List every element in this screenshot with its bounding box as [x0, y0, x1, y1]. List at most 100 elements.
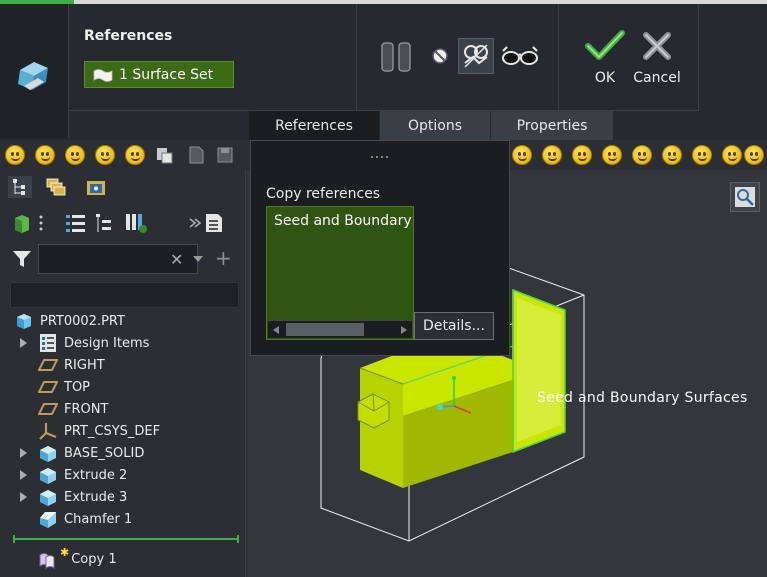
table-columns-icon	[126, 214, 147, 233]
preview-button[interactable]	[500, 44, 540, 68]
expand-arrow-icon[interactable]	[20, 470, 27, 480]
expand-arrow-icon[interactable]	[20, 338, 27, 348]
model-annotation-label: Seed and Boundary Surfaces	[537, 390, 748, 406]
feature-dashboard: References 1 Surface Set OK Cancel Refer…	[0, 0, 767, 141]
surface-set-label: 1 Surface Set	[119, 66, 214, 83]
pause-button[interactable]	[379, 40, 413, 74]
tree-item-root[interactable]: PRT0002.PRT	[14, 310, 125, 332]
tree-item-top[interactable]: TOP	[38, 376, 90, 398]
folder-star-icon	[87, 181, 105, 195]
smiley-icon[interactable]	[542, 145, 562, 165]
tab-model-tree[interactable]	[8, 176, 32, 198]
smiley-icon[interactable]	[572, 145, 592, 165]
ok-label: OK	[594, 70, 616, 86]
dashboard-tabs: References Options Properties	[69, 110, 699, 141]
navigator-panel: ✕ + PRT0002.PRT Design Items RIGHT TOP F…	[0, 170, 246, 577]
add-icon[interactable]: +	[215, 246, 232, 270]
search-row: ✕ +	[10, 244, 240, 274]
smiley-icon[interactable]	[662, 145, 682, 165]
new-feature-star-icon: ✱	[60, 546, 70, 559]
tree-item-label: Design Items	[64, 335, 150, 351]
part-icon	[17, 314, 31, 329]
smiley-icon[interactable]	[692, 145, 712, 165]
clear-search-icon[interactable]: ✕	[170, 250, 183, 269]
cross-icon	[643, 32, 671, 60]
scroll-thumb[interactable]	[286, 323, 364, 336]
references-dropdown-panel: Copy references Seed and Boundary S Deta…	[250, 140, 510, 356]
scroll-right-icon[interactable]	[401, 326, 407, 334]
tree-item-label: PRT_CSYS_DEF	[64, 423, 161, 439]
smiley-icon[interactable]	[95, 145, 115, 165]
list-item[interactable]: Seed and Boundary S	[274, 213, 413, 229]
tree-expand-button[interactable]	[188, 212, 228, 234]
show-options-button[interactable]	[12, 212, 46, 234]
smiley-icon[interactable]	[602, 145, 622, 165]
tree-item-base-solid[interactable]: BASE_SOLID	[20, 442, 144, 464]
tree-item-copy-1[interactable]: ✱ Copy 1	[38, 546, 117, 570]
feature-icon-cell	[0, 4, 69, 138]
tab-layers[interactable]	[44, 176, 68, 198]
no-preview-button[interactable]	[429, 45, 451, 67]
tree-item-front[interactable]: FRONT	[38, 398, 108, 420]
verify-icon	[464, 44, 488, 68]
tree-item-extrude-3[interactable]: Extrude 3	[20, 486, 127, 508]
smiley-icon[interactable]	[65, 145, 85, 165]
surface-set-collector[interactable]: 1 Surface Set	[84, 61, 234, 88]
tree-item-label: Extrude 2	[64, 467, 128, 483]
pause-icon	[381, 42, 411, 72]
smiley-icon[interactable]	[632, 145, 652, 165]
cancel-button[interactable]: Cancel	[629, 30, 685, 96]
tab-properties[interactable]: Properties	[491, 111, 613, 141]
chamfer-icon	[40, 512, 56, 528]
copy-feature-icon	[18, 62, 48, 90]
copy-feature-icon	[39, 553, 55, 569]
tab-favorites[interactable]	[84, 176, 108, 198]
tree-item-label: Copy 1	[71, 551, 117, 567]
tree-item-csys[interactable]: PRT_CSYS_DEF	[38, 420, 160, 442]
cube-menu-icon	[15, 215, 43, 233]
checkmark-icon	[585, 30, 625, 60]
save-icon[interactable]	[216, 146, 234, 164]
chevron-down-icon[interactable]	[193, 256, 203, 262]
smiley-icon[interactable]	[125, 145, 145, 165]
smiley-icon[interactable]	[744, 145, 764, 165]
paste-icon[interactable]	[155, 146, 173, 164]
tree-item-extrude-2[interactable]: Extrude 2	[20, 464, 128, 486]
smiley-icon[interactable]	[5, 145, 25, 165]
panel-grip[interactable]	[371, 147, 393, 158]
tree-item-chamfer-1[interactable]: Chamfer 1	[38, 508, 132, 530]
tab-references[interactable]: References	[249, 111, 379, 141]
scroll-left-icon[interactable]	[273, 326, 279, 334]
design-items-icon	[40, 334, 56, 352]
magnifier-icon	[735, 187, 755, 207]
expand-arrow-icon[interactable]	[20, 492, 27, 502]
tree-header-bar	[10, 282, 239, 308]
expand-arrow-icon[interactable]	[20, 448, 27, 458]
smiley-icon[interactable]	[512, 145, 532, 165]
zoom-button[interactable]	[730, 182, 760, 212]
copy-references-list[interactable]: Seed and Boundary S	[266, 206, 414, 340]
smiley-icon[interactable]	[722, 145, 742, 165]
ok-button[interactable]: OK	[581, 30, 629, 96]
tree-table-button[interactable]	[124, 212, 148, 234]
new-document-icon[interactable]	[187, 146, 205, 164]
horizontal-scrollbar[interactable]	[268, 320, 412, 338]
smiley-icon[interactable]	[35, 145, 55, 165]
verify-button[interactable]	[458, 38, 494, 74]
references-label: References	[84, 28, 173, 44]
datum-plane-icon	[38, 403, 58, 415]
details-button[interactable]: Details...	[414, 312, 494, 340]
model-tree-icon	[13, 179, 25, 195]
tree-item-label: Chamfer 1	[64, 511, 133, 527]
tab-options[interactable]: Options	[380, 111, 490, 141]
tree-item-right[interactable]: RIGHT	[38, 354, 105, 376]
tree-list-icon	[96, 214, 111, 232]
tree-filters-button[interactable]	[64, 212, 88, 234]
tree-columns-button[interactable]	[94, 212, 114, 234]
tree-item-design-items[interactable]: Design Items	[20, 332, 150, 354]
extrude-icon	[40, 446, 56, 462]
tree-item-label: PRT0002.PRT	[40, 313, 125, 329]
glasses-icon	[502, 46, 538, 65]
filter-icon[interactable]	[12, 250, 32, 268]
insert-here-indicator[interactable]	[13, 535, 239, 543]
